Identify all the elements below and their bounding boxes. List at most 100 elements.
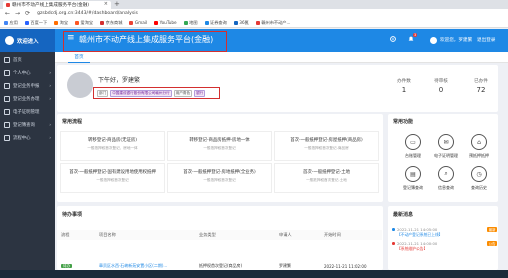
process-item-desc: 一般抵押权首次登记	[96, 178, 129, 182]
bookmark-favicon-icon	[4, 20, 8, 25]
process-item-desc: 一般抵押权首次登记-商品房	[304, 146, 349, 150]
common-process-title: 常用流程	[62, 119, 83, 125]
chevron-right-icon: ›	[49, 96, 51, 101]
user-tag: 部门	[97, 89, 109, 97]
chevron-right-icon: ›	[49, 70, 51, 75]
logo: 欢迎进入	[0, 29, 55, 52]
quick-function-button[interactable]: ✉ 电子证明管理	[431, 134, 461, 159]
menu-toggle-icon[interactable]: ≡	[67, 34, 75, 43]
process-item-desc: 一般抵押权首次登记	[203, 178, 236, 182]
quick-function-button[interactable]: ⌂ 预抵押抵押	[464, 134, 494, 159]
todo-cell-status: 待办	[57, 263, 95, 269]
sidebar-item[interactable]: 流程中心 ›	[0, 131, 55, 144]
sidebar-item[interactable]: 电子证明管理	[0, 105, 55, 118]
process-item-desc: 一般抵押权首次登记、房地一体	[87, 146, 138, 150]
todo-cell-text: 2022-11-21 11:02:00	[324, 263, 367, 269]
process-item-desc: 一般抵押权首次登记	[203, 146, 236, 150]
news-badge: 公告	[487, 241, 497, 246]
new-tab-button[interactable]: +	[114, 0, 120, 8]
stat-value[interactable]: 1	[389, 86, 419, 94]
greeting-text: 下午好，罗建繁	[98, 77, 141, 84]
todo-title: 待办事项	[62, 212, 83, 218]
sidebar-item[interactable]: 个人中心 ›	[0, 66, 55, 79]
quick-function-button[interactable]: ⌕ 信息查询	[431, 166, 461, 191]
todo-cell-text: 抵押权首次登记(商品房)	[199, 263, 243, 268]
tab-home[interactable]: 首页	[68, 53, 90, 63]
sidebar-item-label: 登记业务办理	[13, 96, 40, 102]
bookmark-item[interactable]: YouTube	[154, 20, 177, 25]
process-item-link[interactable]: 首次-一般抵押登记-房屋抵押(商品房)	[274, 137, 379, 143]
bookmark-label: 应用	[9, 19, 18, 25]
bookmark-item[interactable]: Gmail	[129, 20, 147, 25]
stat-label: 已办件	[474, 79, 488, 84]
sidebar-item-icon	[4, 56, 10, 63]
news-item[interactable]: 2022-11-21 14:05:00 【不动产登记系统已上线】 最新	[397, 227, 497, 239]
sidebar-item[interactable]: 登记业务申报 ›	[0, 79, 55, 92]
ledger-icon: ▭	[405, 134, 421, 150]
sidebar-item[interactable]: 首页	[0, 53, 55, 66]
address-bar-url[interactable]: gzsbdcdj.org.cn:3443/#/dashboard/analysi…	[37, 11, 138, 16]
quick-function-button[interactable]: ◷ 查询历史	[464, 166, 494, 191]
bookmark-label: 36氪	[239, 19, 249, 25]
browser-tab-title: 赣州市不动产线上集成服务平台(金融)	[12, 3, 90, 8]
bookmark-item[interactable]: 淘宝	[54, 20, 68, 26]
sidebar-item[interactable]: 登记簿查询 ›	[0, 118, 55, 131]
quick-function-button[interactable]: ▤ 登记簿查询	[398, 166, 428, 191]
todo-cell-project[interactable]: 章贡区水西·石峡新苑安置小区(二期)...	[95, 263, 195, 269]
news-text: 【不动产登记系统已上线】	[397, 232, 443, 237]
status-badge: 待办	[61, 264, 73, 268]
todo-column-header: 申请人	[279, 232, 292, 237]
quick-function-button[interactable]: ▭ 台账管理	[398, 134, 428, 159]
bookmark-label: 赣州市不动产...	[261, 19, 291, 25]
bookmark-item[interactable]: 地图	[183, 20, 198, 26]
sidebar-item-label: 个人中心	[13, 70, 31, 76]
news-text: 【系统维护公告】	[397, 246, 428, 251]
stat-value[interactable]: 0	[426, 86, 456, 94]
todo-cell-time: 2022-11-21 11:02:00	[320, 264, 382, 269]
search-icon: ⌕	[438, 166, 454, 182]
bookmark-item[interactable]: 京东商城	[100, 20, 122, 26]
sidebar-item[interactable]: 登记业务办理 ›	[0, 92, 55, 105]
os-taskbar	[0, 270, 508, 278]
process-item-link[interactable]: 转移登记-商品房抵押-房地一体	[167, 137, 272, 143]
bookmark-item[interactable]: 爱淘宝	[75, 20, 93, 26]
settings-icon[interactable]	[389, 35, 397, 43]
stat-value[interactable]: 72	[466, 86, 496, 94]
news-dot-icon	[392, 228, 395, 231]
certificate-icon: ✉	[438, 134, 454, 150]
bookmark-favicon-icon	[233, 20, 238, 25]
todo-cell-biz: 抵押权首次登记(商品房)	[195, 263, 275, 269]
news-title: 最新消息	[393, 212, 414, 218]
bookmark-item[interactable]: 36氪	[233, 19, 249, 26]
tab-close-icon[interactable]: ×	[104, 1, 108, 7]
process-item-link[interactable]: 首次-一般抵押登记-房地抵押(全业务)	[167, 169, 272, 175]
page-tab-bar	[55, 52, 508, 63]
avatar[interactable]	[430, 37, 437, 44]
bookmark-item[interactable]: 证券查询	[204, 20, 227, 26]
back-icon[interactable]: ←	[5, 10, 10, 17]
user-tag: 用户角色	[173, 89, 193, 97]
stat-label: 办件数	[397, 79, 411, 84]
logout-button[interactable]: 退出登录	[477, 37, 495, 43]
user-info-tags: 部门 中国建设银行股份有限公司赣州分行 用户角色 银行	[93, 87, 220, 99]
reload-icon[interactable]: ⟳	[25, 10, 30, 17]
user-greeting[interactable]: 欢迎您，罗建繁	[440, 37, 472, 43]
bookmark-label: Gmail	[134, 20, 148, 25]
bookmark-favicon-icon	[204, 20, 209, 25]
bookmark-favicon-icon	[255, 20, 260, 25]
bookmark-item[interactable]: 百度一下	[24, 20, 47, 26]
bookmark-label: YouTube	[159, 20, 177, 25]
bookmark-item[interactable]: 赣州市不动产...	[255, 19, 291, 26]
process-item-link[interactable]: 首次-一般抵押登记-国有建设用地使用权抵押	[60, 169, 165, 175]
bookmark-label: 淘宝	[59, 19, 69, 25]
bookmark-favicon-icon	[154, 20, 159, 25]
stat-label: 待审核	[434, 79, 448, 84]
browser-tab[interactable]: 赣州市不动产线上集成服务平台(金融) ×	[3, 1, 111, 9]
quick-function-label: 信息查询	[438, 185, 454, 190]
forward-icon[interactable]: →	[15, 10, 20, 17]
sidebar-item-icon	[4, 69, 10, 76]
bookmark-item[interactable]: 应用	[4, 20, 18, 26]
process-item-link[interactable]: 转移登记-商品房(无证房)	[60, 137, 165, 143]
process-item-link[interactable]: 首次-一般抵押登记-土地	[274, 169, 379, 175]
news-item[interactable]: 2022-11-21 14:00:00 【系统维护公告】 公告	[397, 241, 497, 253]
